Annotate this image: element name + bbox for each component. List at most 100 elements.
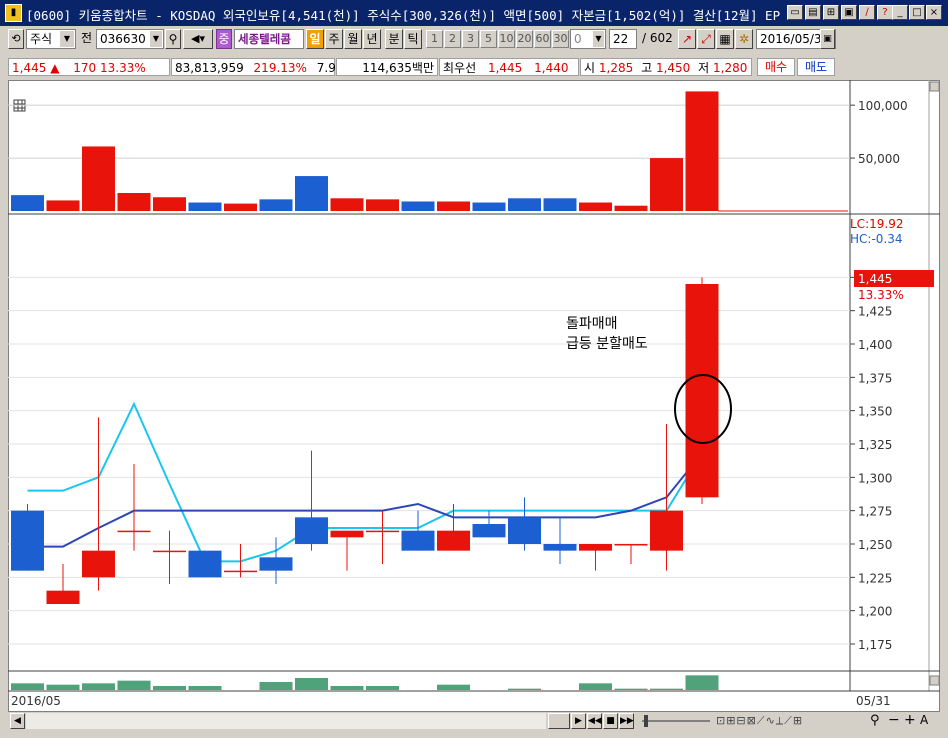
window-title: [0600] 키움종합차트 - KOSDAQ 외국인보유[4,541(천)] 주… (26, 8, 781, 23)
window-pin-icon[interactable]: ⊞ (823, 5, 839, 20)
minute-option-button[interactable]: 1 (426, 30, 443, 48)
best-bid: 1,440 (534, 61, 569, 75)
buy-button[interactable]: 매수 (757, 58, 795, 76)
volume-bar (46, 200, 80, 211)
minute-option-button[interactable]: 10 (498, 30, 515, 48)
sub-indicator-bar (650, 688, 683, 690)
prev-label: 전 (78, 29, 96, 49)
scroll-up-icon[interactable] (929, 81, 940, 92)
scroll-down-icon[interactable] (929, 675, 940, 686)
high-label: 고 (641, 61, 653, 75)
zoom-in-icon[interactable]: + (904, 712, 916, 728)
sub-indicator-pane (11, 675, 719, 690)
price-tick-label: 1,425 (858, 305, 892, 319)
quote-strip: 1,445 ▲ 170 13.33% 83,813,959 219.13% 7.… (8, 56, 940, 78)
candle-body (330, 530, 364, 538)
sub-indicator-bar (82, 683, 115, 690)
crosshair-icon[interactable]: ↗ (678, 29, 696, 49)
price-tick-label: 1,225 (858, 571, 892, 585)
chevron-down-icon[interactable]: ▼ (150, 31, 162, 47)
chevron-down-icon[interactable]: ▼ (60, 31, 74, 47)
period-monthly-button[interactable]: 월 (344, 29, 362, 49)
save-icon[interactable]: ▦ (716, 29, 734, 49)
period-daily-button[interactable]: 일 (306, 29, 324, 49)
chart-canvas[interactable]: 100,00050,000 1,4501,4251,4001,3751,3501… (8, 80, 940, 712)
volume-bar (117, 193, 151, 211)
period-weekly-button[interactable]: 주 (325, 29, 343, 49)
minute-option-button[interactable]: 5 (480, 30, 497, 48)
candle-body (614, 544, 648, 546)
minute-option-button[interactable]: 60 (534, 30, 551, 48)
volume-bar (472, 202, 506, 211)
window-help-icon[interactable]: ? (877, 5, 893, 20)
gear-icon[interactable]: ✲ (735, 29, 753, 49)
window-print-icon[interactable]: ▣ (841, 5, 857, 20)
scroll-thumb[interactable] (548, 713, 570, 729)
low-label: 저 (698, 61, 710, 75)
period-tick-button[interactable]: 틱 (404, 29, 422, 49)
candle-body (188, 550, 222, 578)
horizontal-scroll-track[interactable] (26, 713, 546, 729)
chevron-down-icon[interactable]: ▼ (593, 31, 604, 47)
price-cell: 1,445 ▲ 170 13.33% (8, 58, 170, 76)
custom-minute-input[interactable]: 0 ▼ (570, 29, 606, 49)
search-icon[interactable]: ⚲ (870, 713, 880, 728)
drawing-tool-icons[interactable]: ⊡⊞⊟⊠⟋∿⟂⟋⊞ (716, 714, 844, 730)
price-tick-label: 1,350 (858, 405, 892, 419)
last-price-tag: 1,445 (858, 272, 892, 286)
bottom-toolbar: ◀ ▶ ◀◀ ■ ▶▶ ⊡⊞⊟⊠⟋∿⟂⟋⊞ ⚲ − + A (8, 712, 940, 732)
ma-long-line (27, 452, 703, 548)
minute-option-button[interactable]: 20 (516, 30, 533, 48)
period-minute-button[interactable]: 분 (385, 29, 403, 49)
scroll-left-icon[interactable]: ◀ (10, 713, 25, 729)
volume-bar (188, 202, 222, 211)
price-tick-label: 1,400 (858, 338, 892, 352)
hc-indicator-label: HC:-0.34 (850, 232, 903, 246)
calendar-icon[interactable]: ▣ (820, 29, 835, 49)
volume-value: 83,813,959 (175, 61, 244, 75)
volume-bar (330, 198, 364, 211)
zoom-out-icon[interactable]: − (888, 712, 900, 728)
last-page-icon[interactable]: ▶▶ (619, 713, 634, 729)
sound-icon[interactable]: ◀▾ (183, 29, 213, 49)
stop-icon[interactable]: ■ (603, 713, 618, 729)
sub-indicator-bar (117, 680, 151, 690)
window-tile-icon[interactable]: ▤ (805, 5, 821, 20)
market-type-select[interactable]: 주식 ▼ (26, 29, 76, 49)
sell-button[interactable]: 매도 (797, 58, 835, 76)
minute-option-button[interactable]: 30 (552, 30, 569, 48)
trend-icon[interactable]: ⤢ (697, 29, 715, 49)
display-count-input[interactable]: 22 (609, 29, 637, 49)
candle-body (579, 544, 612, 551)
volume-pane: 100,000 50,000 (8, 91, 908, 212)
stock-code-input[interactable]: 036630 ▼ (96, 29, 164, 49)
window-maximize-icon[interactable]: □ (909, 5, 925, 20)
window-edit-icon[interactable]: ∕ (859, 5, 875, 20)
zoom-slider[interactable] (642, 720, 710, 722)
resize-icon[interactable]: A (920, 713, 928, 727)
first-page-icon[interactable]: ◀◀ (587, 713, 602, 729)
volume-bar (82, 146, 115, 211)
window-layout-icon[interactable]: ▭ (787, 5, 803, 20)
candle-body (117, 530, 151, 533)
volume-ratio: 219.13% (253, 61, 307, 75)
price-tick-label: 1,325 (858, 438, 892, 452)
stock-code-value: 036630 (100, 32, 146, 46)
best-ask: 1,445 (487, 61, 523, 75)
scroll-right-icon[interactable]: ▶ (571, 713, 586, 729)
minute-option-button[interactable]: 3 (462, 30, 479, 48)
minute-option-button[interactable]: 2 (444, 30, 461, 48)
search-icon[interactable]: ⚲ (165, 29, 181, 49)
zoom-slider-handle[interactable] (644, 715, 648, 727)
price-tick-label: 1,375 (858, 371, 892, 385)
period-yearly-button[interactable]: 년 (363, 29, 381, 49)
best-quote-label: 최우선 (443, 61, 477, 75)
chart-app-icon: ▮ (5, 4, 22, 22)
price-tick-label: 1,300 (858, 471, 892, 485)
window-minimize-icon[interactable]: _ (892, 5, 908, 20)
volume-cell: 83,813,959 219.13% 7.91% (171, 58, 355, 76)
volume-bar (224, 203, 257, 211)
window-close-icon[interactable]: × (926, 5, 942, 20)
link-icon[interactable]: ⟲ (8, 29, 24, 49)
candle-body (543, 544, 577, 551)
